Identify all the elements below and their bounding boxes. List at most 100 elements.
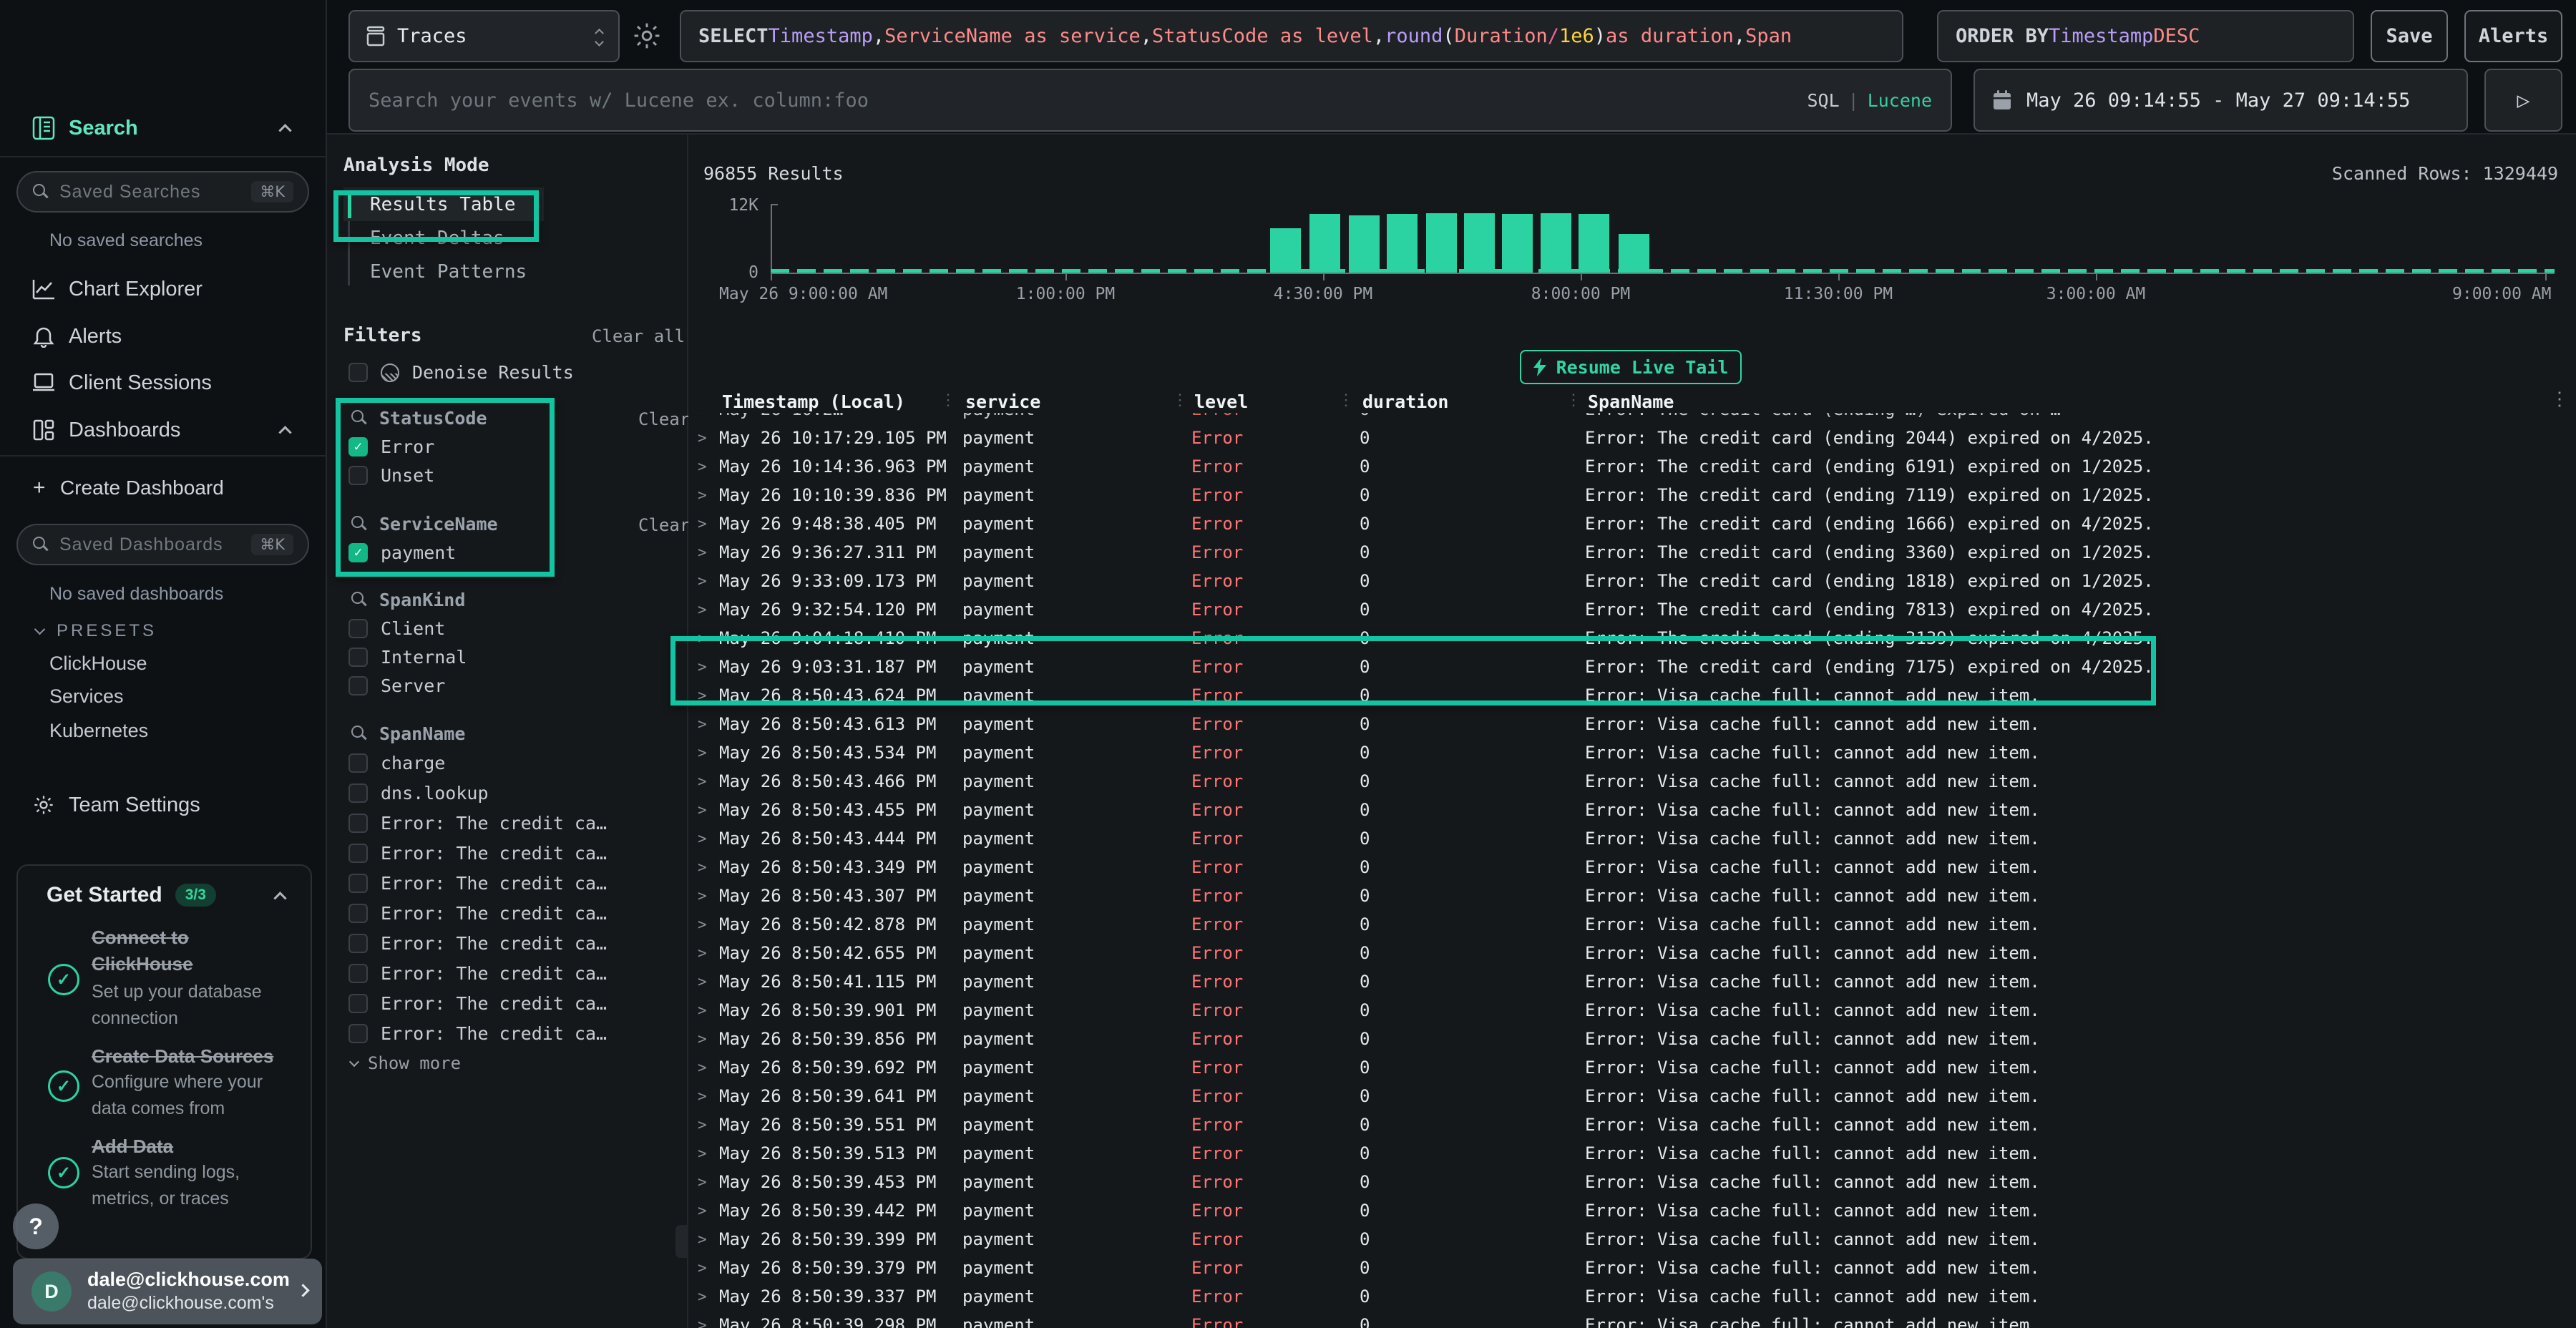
sidebar-item-dashboards[interactable]: Dashboards: [0, 411, 327, 449]
table-row[interactable]: >May 26 8:50:39.513 PMpaymentError0Error…: [698, 1139, 2565, 1168]
presets-toggle[interactable]: PRESETS: [36, 621, 157, 641]
filter-option-error-the-credit-card-[interactable]: Error: The credit card …: [327, 868, 685, 898]
table-row[interactable]: >May 26 8:50:39.551 PMpaymentError0Error…: [698, 1110, 2565, 1139]
checkbox-unchecked[interactable]: [348, 844, 368, 863]
checkbox-unchecked[interactable]: [348, 874, 368, 893]
col-resize-handle[interactable]: ⋮: [1338, 391, 1354, 409]
table-row[interactable]: >May 26 8:50:39.856 PMpaymentError0Error…: [698, 1025, 2565, 1053]
filter-option-dns-lookup[interactable]: dns.lookup: [327, 778, 685, 808]
user-menu[interactable]: D dale@clickhouse.com dale@clickhouse.co…: [13, 1259, 322, 1324]
histogram-bar[interactable]: [1619, 234, 1649, 273]
checkbox-unchecked[interactable]: [348, 934, 368, 953]
checkbox-checked[interactable]: ✓: [348, 543, 368, 562]
table-row[interactable]: >May 26 8:50:41.115 PMpaymentError0Error…: [698, 967, 2565, 996]
filter-option-payment[interactable]: ✓payment: [327, 538, 685, 567]
sql-select-input[interactable]: SELECT Timestamp, ServiceName as service…: [680, 10, 1903, 62]
histogram-bar[interactable]: [1579, 214, 1609, 273]
table-row[interactable]: >May 26 8:50:39.442 PMpaymentError0Error…: [698, 1196, 2565, 1225]
table-row[interactable]: >May 26 8:50:43.466 PMpaymentError0Error…: [698, 767, 2565, 796]
table-row[interactable]: >May 26 8:50:39.901 PMpaymentError0Error…: [698, 996, 2565, 1025]
column-header-timestamp-local-[interactable]: Timestamp (Local): [719, 391, 962, 412]
analysis-mode-results-table[interactable]: Results Table: [343, 187, 544, 221]
column-header-spanname[interactable]: SpanName: [1585, 391, 2565, 412]
filter-option-internal[interactable]: Internal: [327, 643, 685, 671]
table-row[interactable]: >May 26 9:03:31.187 PMpaymentError0Error…: [698, 653, 2565, 681]
checkbox-unchecked[interactable]: [348, 619, 368, 638]
denoise-checkbox[interactable]: [348, 363, 368, 382]
sidebar-item-alerts[interactable]: Alerts: [0, 318, 327, 355]
filter-option-error-the-credit-card-[interactable]: Error: The credit card …: [327, 988, 685, 1018]
histogram-bar[interactable]: [1426, 213, 1457, 273]
table-row[interactable]: >May 26 8:50:43.444 PMpaymentError0Error…: [698, 824, 2565, 853]
help-button[interactable]: ?: [13, 1204, 59, 1249]
col-resize-handle[interactable]: ⋮: [940, 391, 956, 409]
run-query-button[interactable]: ▷: [2484, 69, 2562, 132]
table-row[interactable]: >May 26 8:50:42.878 PMpaymentError0Error…: [698, 910, 2565, 939]
filter-option-unset[interactable]: Unset: [327, 461, 685, 489]
column-header-duration[interactable]: duration: [1360, 391, 1585, 412]
table-row[interactable]: >May 26 10:2…paymentError0Error: The cre…: [698, 413, 2565, 424]
filter-option-error-the-credit-card-[interactable]: Error: The credit card …: [327, 1018, 685, 1048]
show-more-toggle[interactable]: Show more: [327, 1048, 685, 1078]
create-dashboard-button[interactable]: + Create Dashboard: [0, 469, 327, 507]
histogram-bar[interactable]: [1309, 214, 1340, 273]
table-row[interactable]: >May 26 8:50:43.534 PMpaymentError0Error…: [698, 738, 2565, 767]
checkbox-unchecked[interactable]: [348, 753, 368, 773]
lang-lucene-option[interactable]: Lucene: [1868, 90, 1932, 111]
table-row[interactable]: >May 26 8:50:39.453 PMpaymentError0Error…: [698, 1168, 2565, 1196]
table-row[interactable]: >May 26 9:33:09.173 PMpaymentError0Error…: [698, 567, 2565, 595]
histogram-bar[interactable]: [1541, 213, 1571, 273]
table-row[interactable]: >May 26 8:50:43.455 PMpaymentError0Error…: [698, 796, 2565, 824]
checkbox-unchecked[interactable]: [348, 1024, 368, 1043]
filter-option-error-the-credit-card-[interactable]: Error: The credit card …: [327, 898, 685, 928]
filter-option-error-the-credit-card-[interactable]: Error: The credit card …: [327, 808, 685, 838]
table-row[interactable]: >May 26 8:50:39.379 PMpaymentError0Error…: [698, 1254, 2565, 1282]
table-row[interactable]: >May 26 9:36:27.311 PMpaymentError0Error…: [698, 538, 2565, 567]
table-row[interactable]: >May 26 8:50:39.399 PMpaymentError0Error…: [698, 1225, 2565, 1254]
lang-sql-option[interactable]: SQL: [1807, 90, 1839, 111]
clear-all-link[interactable]: Clear all: [592, 326, 685, 346]
table-row[interactable]: >May 26 9:48:38.405 PMpaymentError0Error…: [698, 509, 2565, 538]
table-row[interactable]: >May 26 10:14:36.963 PMpaymentError0Erro…: [698, 452, 2565, 481]
analysis-mode-event-patterns[interactable]: Event Patterns: [343, 255, 673, 288]
sidebar-item-search[interactable]: Search: [0, 109, 327, 147]
source-settings-gear-icon[interactable]: [631, 20, 663, 52]
checkbox-unchecked[interactable]: [348, 676, 368, 695]
column-header-service[interactable]: service: [962, 391, 1191, 412]
checkbox-unchecked[interactable]: [348, 814, 368, 833]
checkbox-unchecked[interactable]: [348, 783, 368, 803]
col-resize-handle[interactable]: ⋮: [1172, 391, 1188, 409]
column-menu-icon[interactable]: ⋮: [2550, 389, 2569, 410]
table-row[interactable]: >May 26 8:50:39.641 PMpaymentError0Error…: [698, 1082, 2565, 1110]
table-row[interactable]: >May 26 10:10:39.836 PMpaymentError0Erro…: [698, 481, 2565, 509]
checkbox-unchecked[interactable]: [348, 994, 368, 1013]
checkbox-unchecked[interactable]: [348, 466, 368, 485]
histogram-bar[interactable]: [1502, 214, 1533, 273]
filter-option-client[interactable]: Client: [327, 614, 685, 643]
table-row[interactable]: >May 26 10:17:29.105 PMpaymentError0Erro…: [698, 424, 2565, 452]
table-row[interactable]: >May 26 8:50:39.337 PMpaymentError0Error…: [698, 1282, 2565, 1311]
date-range-picker[interactable]: May 26 09:14:55 - May 27 09:14:55: [1974, 69, 2468, 132]
checkbox-unchecked[interactable]: [348, 904, 368, 923]
source-select[interactable]: Traces: [348, 10, 620, 62]
table-row[interactable]: >May 26 8:50:39.692 PMpaymentError0Error…: [698, 1053, 2565, 1082]
table-row[interactable]: >May 26 8:50:39.298 PMpaymentError0Error…: [698, 1311, 2565, 1328]
alerts-button[interactable]: Alerts: [2464, 10, 2562, 62]
table-row[interactable]: >May 26 9:04:18.410 PMpaymentError0Error…: [698, 624, 2565, 653]
preset-link-services[interactable]: Services: [49, 685, 124, 708]
column-header-level[interactable]: level: [1191, 391, 1360, 412]
checkbox-unchecked[interactable]: [348, 648, 368, 667]
saved-dashboards-input[interactable]: Saved Dashboards ⌘K: [16, 524, 309, 565]
save-button[interactable]: Save: [2371, 10, 2448, 62]
analysis-mode-event-deltas[interactable]: Event Deltas: [343, 221, 673, 255]
table-row[interactable]: >May 26 8:50:43.307 PMpaymentError0Error…: [698, 882, 2565, 910]
filter-option-error-the-credit-card-[interactable]: Error: The credit card …: [327, 838, 685, 868]
histogram-bar[interactable]: [1464, 213, 1495, 273]
histogram-bar[interactable]: [1270, 228, 1301, 273]
preset-link-clickhouse[interactable]: ClickHouse: [49, 653, 147, 675]
chevron-up-icon[interactable]: [273, 892, 286, 904]
table-row[interactable]: >May 26 8:50:43.613 PMpaymentError0Error…: [698, 710, 2565, 738]
histogram-bar[interactable]: [1349, 215, 1380, 273]
filter-option-error-the-credit-card-[interactable]: Error: The credit card …: [327, 958, 685, 988]
table-row[interactable]: >May 26 8:50:42.655 PMpaymentError0Error…: [698, 939, 2565, 967]
